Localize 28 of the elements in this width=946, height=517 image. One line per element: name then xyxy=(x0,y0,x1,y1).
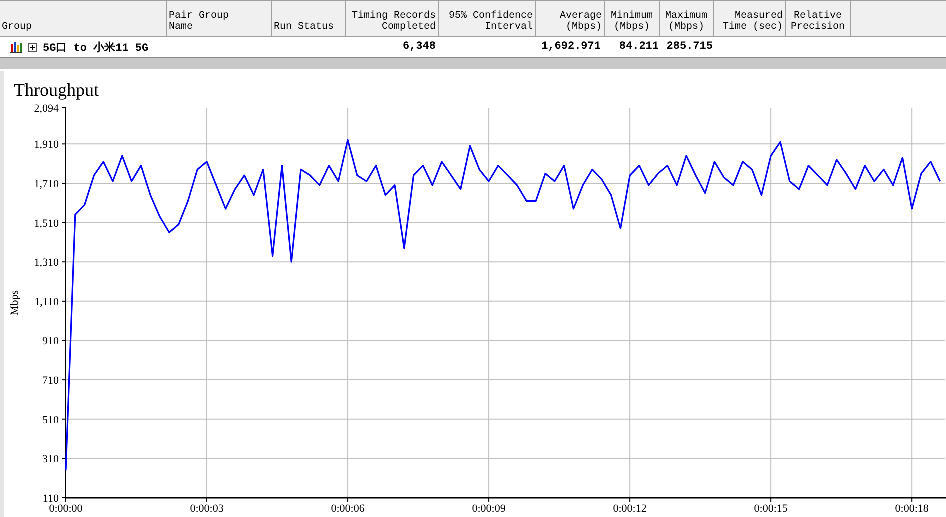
x-tick-label: 0:00:18 xyxy=(895,503,929,515)
y-tick-label: 710 xyxy=(42,375,59,388)
y-tick-label: 2,094 xyxy=(34,103,59,115)
x-tick-label: 0:00:12 xyxy=(613,503,647,515)
y-tick-label: 1,110 xyxy=(34,296,59,308)
x-tick-label: 0:00:06 xyxy=(331,503,365,515)
y-tick-label: 1,710 xyxy=(34,178,59,190)
table-cell-text: 1,692.971 xyxy=(540,41,602,53)
y-tick-label: 1,510 xyxy=(34,218,59,230)
y-tick-label: 310 xyxy=(42,454,59,466)
y-tick-label: 1,910 xyxy=(34,139,59,152)
table-cell-text: 285.715 xyxy=(666,41,714,53)
table-cell-text: 6,348 xyxy=(402,41,437,53)
table-cell-text: 84.211 xyxy=(618,41,660,53)
column-header[interactable]: Run Status xyxy=(272,1,346,36)
x-tick-label: 0:00:09 xyxy=(472,503,506,515)
column-header[interactable]: Pair Group Name xyxy=(167,1,272,36)
y-axis-label: Mbps xyxy=(9,290,21,316)
chart-title: Throughput xyxy=(13,79,99,101)
y-tick-label: 110 xyxy=(42,493,59,505)
x-tick-label: 0:00:15 xyxy=(754,503,788,515)
x-tick-label: 0:00:03 xyxy=(190,503,224,515)
column-header[interactable]: Group xyxy=(0,1,167,36)
y-tick-label: 1,310 xyxy=(34,257,59,270)
y-tick-label: 910 xyxy=(42,336,59,348)
x-tick-label: 0:00:00 xyxy=(49,503,83,515)
y-tick-label: 510 xyxy=(42,414,59,426)
group-name: 5G口 to 小米11 5G xyxy=(43,40,149,54)
